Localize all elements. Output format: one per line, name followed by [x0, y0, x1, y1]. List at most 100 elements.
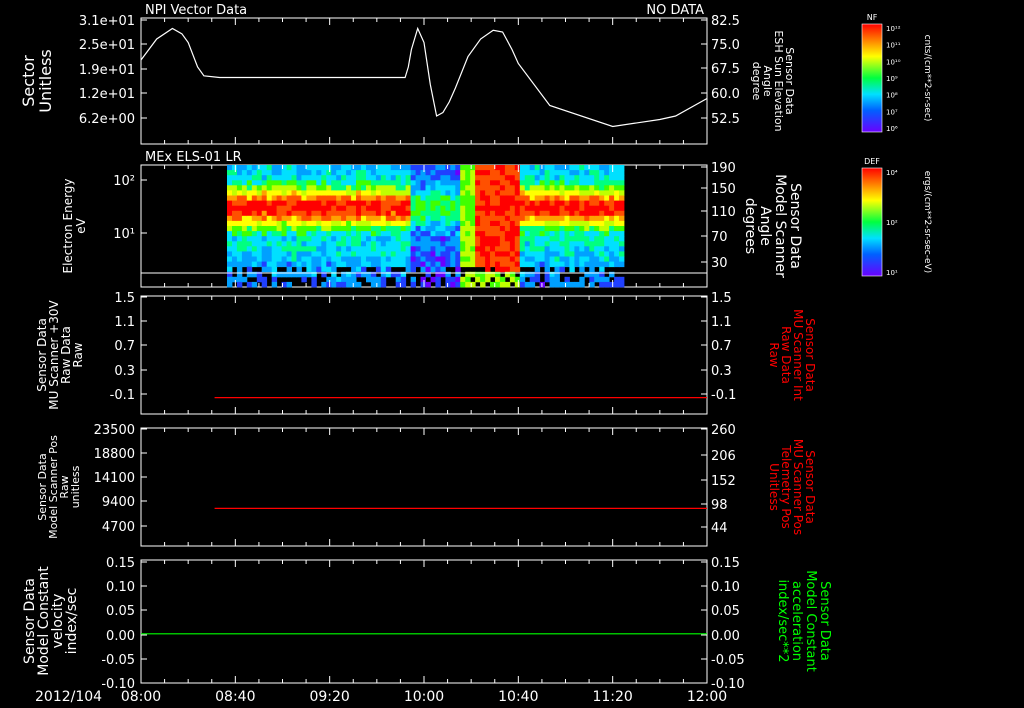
spectrogram-cell [524, 220, 531, 227]
spectrogram-cell [450, 195, 456, 201]
spectrogram-cell [589, 236, 595, 242]
spectrogram-cell [485, 266, 491, 273]
spectrogram-cell [301, 226, 307, 232]
spectrogram-cell [281, 195, 287, 201]
spectrogram-cell [351, 241, 357, 247]
spectrogram-cell [227, 185, 233, 191]
left-tick-label: 0.7 [114, 339, 135, 354]
spectrogram-cell [524, 180, 531, 186]
spectrogram-cell [316, 251, 322, 257]
spectrogram-cell [480, 251, 486, 257]
spectrogram-cell [321, 205, 327, 212]
spectrogram-cell [420, 170, 426, 176]
spectrogram-cell [524, 261, 531, 268]
spectrogram-cell [544, 165, 550, 171]
spectrogram-cell [480, 231, 486, 237]
spectrogram-cell [564, 220, 570, 227]
spectrogram-cell [524, 241, 531, 247]
spectrogram-cell [400, 251, 407, 257]
left-tick-label: 0.3 [114, 364, 135, 379]
spectrogram-cell [554, 190, 560, 196]
spectrogram-cell [594, 231, 600, 237]
spectrogram-cell [604, 276, 610, 283]
svg-text:Unitless: Unitless [36, 49, 55, 113]
spectrogram-cell [604, 180, 610, 186]
spectrogram-cell [281, 220, 287, 227]
panel-3-left-label: Sensor Data MU Scanner +30V Raw Data Raw [35, 300, 85, 410]
spectrogram-cell [256, 276, 263, 283]
spectrogram-cell [301, 246, 307, 252]
spectrogram-cell [296, 175, 302, 181]
spectrogram-cell [485, 210, 491, 217]
spectrogram-cell [584, 226, 590, 232]
spectrogram-cell [366, 246, 372, 252]
spectrogram-cell [261, 246, 268, 252]
spectrogram-cell [351, 246, 357, 252]
spectrogram-cell [390, 251, 397, 257]
spectrogram-cell [271, 185, 278, 191]
spectrogram-cell [589, 226, 595, 232]
spectrogram-cell [241, 175, 248, 181]
spectrogram-cell [271, 281, 278, 288]
spectrogram-cell [594, 180, 600, 186]
spectrogram-cell [519, 246, 526, 252]
spectrogram-cell [385, 205, 392, 212]
spectrogram-cell [569, 220, 575, 227]
spectrogram-cell [241, 200, 248, 207]
spectrogram-cell [579, 170, 585, 176]
spectrogram-cell [356, 205, 362, 212]
spectrogram-cell [554, 256, 560, 262]
spectrogram-cell [251, 195, 258, 201]
spectrogram-cell [534, 165, 541, 171]
spectrogram-cell [261, 231, 268, 237]
right-tick-label: 82.5 [711, 14, 740, 29]
spectrogram-cell [499, 215, 506, 222]
spectrogram-cell [425, 210, 431, 217]
spectrogram-cell [227, 231, 233, 237]
spectrogram-cell [361, 165, 367, 171]
spectrogram-cell [375, 261, 382, 268]
spectrogram-cell [524, 215, 531, 222]
spectrogram-cell [480, 200, 486, 207]
spectrogram-cell [356, 220, 362, 227]
left-tick-label: 6.2e+00 [79, 112, 135, 127]
spectrogram-cell [574, 236, 580, 242]
spectrogram-cell [495, 165, 501, 171]
spectrogram-cell [574, 261, 580, 268]
spectrogram-cell [256, 215, 263, 222]
spectrogram-cell [276, 180, 282, 186]
spectrogram-cell [435, 210, 441, 217]
spectrogram-cell [375, 276, 382, 283]
spectrogram-cell [609, 200, 615, 207]
spectrogram-cell [594, 210, 600, 217]
spectrogram-cell [549, 236, 555, 242]
spectrogram-cell [544, 195, 550, 201]
spectrogram-cell [361, 266, 367, 273]
spectrogram-cell [594, 195, 600, 201]
spectrogram-cell [336, 256, 342, 262]
spectrogram-cell [450, 175, 456, 181]
spectrogram-cell [599, 251, 605, 257]
spectrogram-cell [271, 210, 278, 217]
spectrogram-cell [296, 165, 302, 171]
svg-text:eV: eV [74, 217, 88, 233]
spectrogram-cell [529, 200, 536, 207]
left-tick-label: 1.9e+01 [79, 63, 135, 78]
spectrogram-cell [227, 170, 233, 176]
spectrogram-cell [425, 215, 431, 222]
spectrogram-cell [400, 185, 407, 191]
spectrogram-cell [306, 231, 312, 237]
spectrogram-cell [579, 205, 585, 212]
spectrogram-cell [569, 205, 575, 212]
spectrogram-cell [544, 261, 550, 268]
spectrogram-cell [351, 170, 357, 176]
spectrogram-cell [246, 241, 253, 247]
spectrogram-cell [331, 190, 337, 196]
spectrogram-cell [614, 220, 620, 227]
spectrogram-cell [524, 281, 531, 288]
spectrogram-cell [495, 251, 501, 257]
spectrogram-cell [604, 241, 610, 247]
spectrogram-cell [316, 246, 322, 252]
spectrogram-cell [574, 195, 580, 201]
spectrogram-cell [559, 256, 565, 262]
